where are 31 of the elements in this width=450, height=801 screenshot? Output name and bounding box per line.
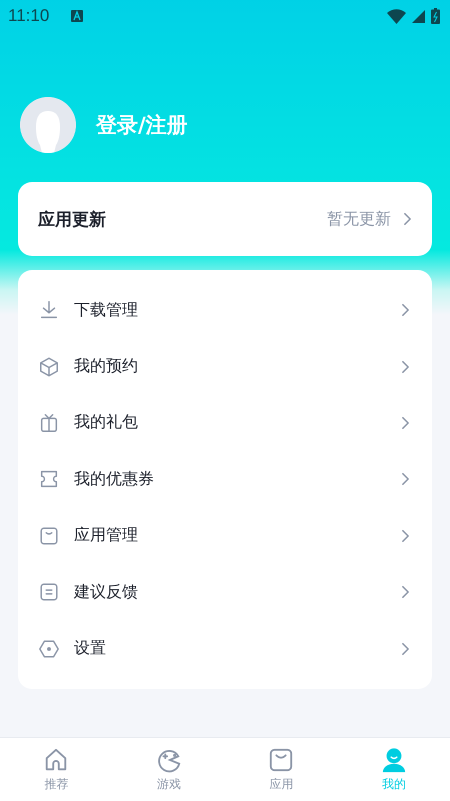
bag-icon bbox=[268, 746, 294, 772]
update-card[interactable]: 应用更新 暂无更新 bbox=[18, 182, 432, 256]
menu-item[interactable]: 建议反馈 bbox=[18, 564, 432, 620]
chevron-icon bbox=[401, 360, 410, 374]
chevron-icon bbox=[401, 528, 410, 543]
menu-item[interactable]: 我的礼包 bbox=[18, 394, 432, 452]
chevron-icon bbox=[401, 303, 410, 318]
chevron-icon bbox=[401, 642, 410, 656]
battery-icon bbox=[431, 8, 440, 24]
bag-icon bbox=[38, 524, 60, 547]
chevron-icon bbox=[401, 416, 410, 430]
wifi-icon bbox=[387, 8, 406, 24]
menu-item[interactable]: 设置 bbox=[18, 620, 432, 677]
settings-icon bbox=[38, 638, 60, 660]
keyboard-icon bbox=[71, 10, 84, 22]
gift-icon bbox=[38, 412, 60, 434]
update-status: 暂无更新 bbox=[327, 208, 391, 230]
menu-item[interactable]: 应用管理 bbox=[18, 508, 432, 564]
avatar-icon[interactable] bbox=[20, 97, 76, 153]
menu-item[interactable]: 下载管理 bbox=[18, 282, 432, 338]
chevron-icon bbox=[401, 585, 410, 600]
menu-item[interactable]: 我的预约 bbox=[18, 338, 432, 395]
person-icon bbox=[380, 746, 407, 772]
chevron-icon bbox=[401, 472, 410, 486]
clock: 11:10 bbox=[8, 6, 50, 26]
chevron-icon bbox=[403, 212, 412, 226]
cube-icon bbox=[38, 356, 60, 378]
note-icon bbox=[38, 581, 60, 604]
update-title: 应用更新 bbox=[38, 208, 106, 230]
signal-icon bbox=[412, 10, 425, 22]
menu-item[interactable]: 我的优惠券 bbox=[18, 451, 432, 508]
